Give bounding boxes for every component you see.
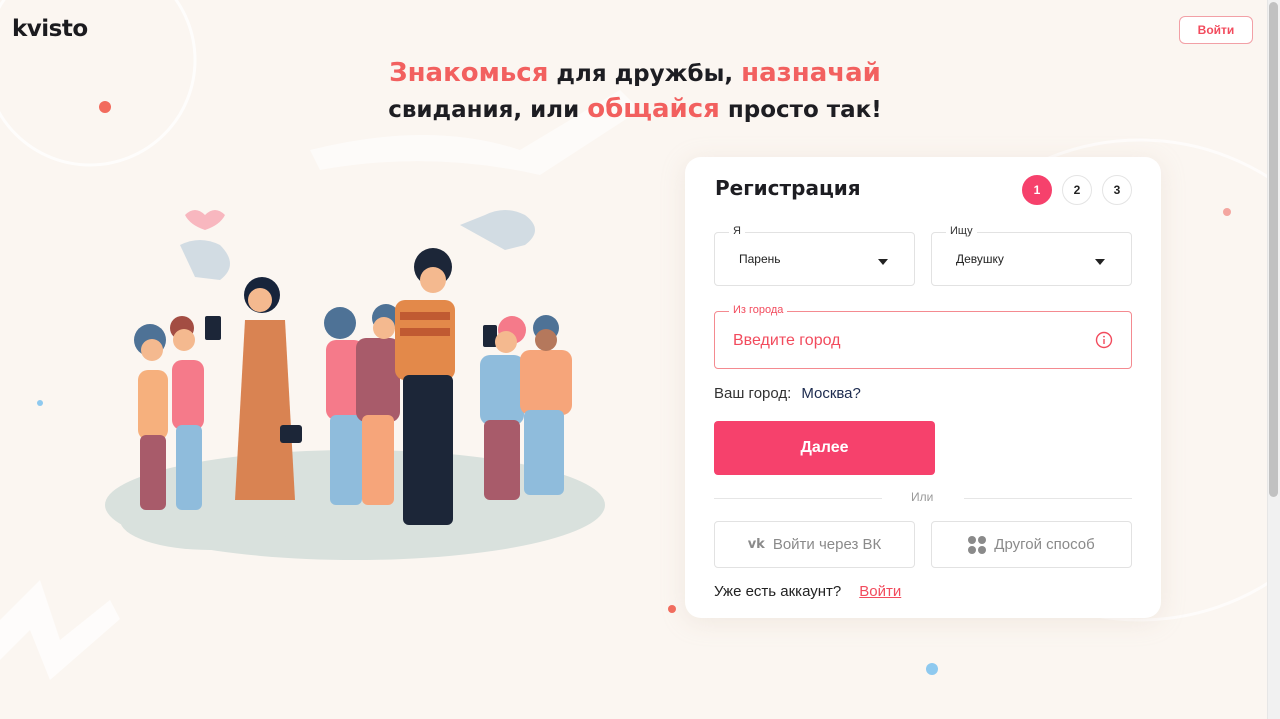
have-account-row: Уже есть аккаунт? Войти bbox=[714, 583, 901, 600]
headline-text-2: свидания, или bbox=[388, 97, 588, 123]
chevron-down-icon bbox=[1095, 259, 1105, 265]
seeking-select[interactable]: Ищу Девушку bbox=[931, 225, 1132, 286]
divider-left bbox=[714, 498, 882, 499]
apps-icon bbox=[968, 535, 987, 554]
other-login-button[interactable]: Другой способ bbox=[931, 521, 1132, 568]
info-icon[interactable] bbox=[1095, 331, 1113, 349]
city-label: Из города bbox=[729, 304, 788, 316]
step-2: 2 bbox=[1062, 175, 1092, 205]
city-input[interactable] bbox=[733, 332, 1073, 350]
headline-text-1: для дружбы, bbox=[548, 61, 742, 87]
vk-icon: vk bbox=[747, 537, 765, 552]
gender-value: Парень bbox=[739, 252, 781, 266]
vk-login-label: Войти через ВК bbox=[772, 536, 882, 553]
step-3: 3 bbox=[1102, 175, 1132, 205]
step-1: 1 bbox=[1022, 175, 1052, 205]
seeking-value: Девушку bbox=[956, 252, 1004, 266]
gender-label: Я bbox=[729, 225, 745, 237]
or-divider-text: Или bbox=[911, 490, 934, 504]
your-city: Ваш город: Москва? bbox=[714, 385, 861, 402]
registration-title: Регистрация bbox=[715, 176, 861, 200]
seeking-label: Ищу bbox=[946, 225, 977, 237]
gender-select[interactable]: Я Парень bbox=[714, 225, 915, 286]
scrollbar-thumb[interactable] bbox=[1269, 2, 1278, 497]
people-illustration bbox=[105, 210, 605, 560]
headline-text-3: просто так! bbox=[719, 97, 882, 123]
logo[interactable]: kvisto bbox=[12, 16, 88, 42]
divider-right bbox=[964, 498, 1132, 499]
next-button[interactable]: Далее bbox=[714, 421, 935, 475]
scrollbar[interactable] bbox=[1267, 0, 1280, 719]
login-link[interactable]: Войти bbox=[859, 583, 901, 600]
your-city-label: Ваш город: bbox=[714, 385, 792, 402]
chevron-down-icon bbox=[878, 259, 888, 265]
page-headline: Знакомься для дружбы, назначай свидания,… bbox=[340, 56, 930, 128]
registration-card: Регистрация 1 2 3 Я Парень Ищу Девушку И… bbox=[685, 157, 1161, 618]
city-field[interactable]: Из города bbox=[714, 304, 1132, 369]
other-login-label: Другой способ bbox=[994, 536, 1095, 553]
headline-highlight-2: назначай bbox=[741, 58, 881, 88]
have-account-text: Уже есть аккаунт? bbox=[714, 583, 842, 600]
header-login-button[interactable]: Войти bbox=[1179, 16, 1253, 44]
headline-highlight-1: Знакомься bbox=[389, 58, 549, 88]
vk-login-button[interactable]: vk Войти через ВК bbox=[714, 521, 915, 568]
your-city-suggestion[interactable]: Москва? bbox=[801, 385, 861, 402]
headline-highlight-3: общайся bbox=[587, 94, 720, 124]
step-indicator: 1 2 3 bbox=[1022, 175, 1132, 205]
